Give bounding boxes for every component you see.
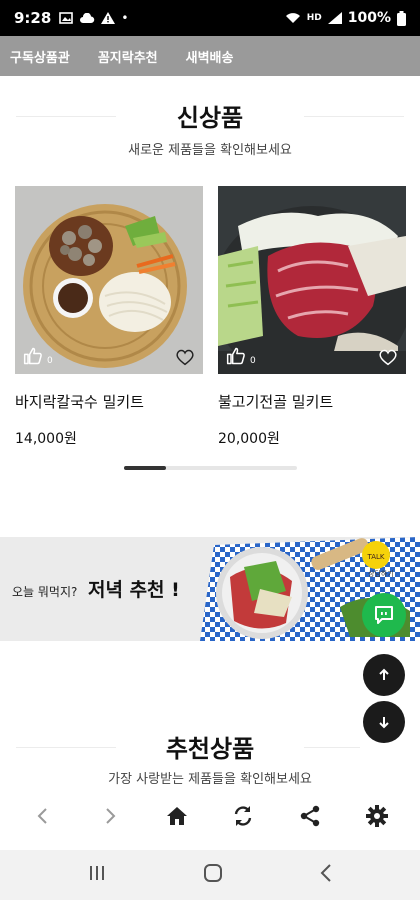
divider <box>304 116 404 117</box>
settings-button[interactable] <box>357 796 397 836</box>
home-icon <box>203 864 222 882</box>
recommended-header: 추천상품 가장 사랑받는 제품들을 확인해보세요 <box>0 729 420 787</box>
arrow-down-icon <box>379 717 389 729</box>
warning-icon <box>101 12 116 24</box>
back-icon <box>37 808 48 824</box>
dinner-banner[interactable]: TALK 오늘 뭐먹지? 저녁 추천 ! 상담하기 <box>0 537 420 641</box>
banner-big-text: 저녁 추천 ! <box>88 579 180 601</box>
battery-level: 100% <box>347 10 391 26</box>
product-name[interactable]: 바지락칼국수 밀키트 <box>15 391 203 412</box>
nav-item-subscription[interactable]: 구독상품관 <box>10 47 70 66</box>
like-count: 0 <box>47 356 53 366</box>
status-right: HD 100% <box>285 10 406 26</box>
share-button[interactable] <box>290 796 330 836</box>
new-products-header: 신상품 새로운 제품들을 확인해보세요 <box>0 98 420 158</box>
status-bar: 9:28 • HD 100% <box>0 0 420 36</box>
refresh-icon <box>235 806 252 826</box>
thumbs-up-icon[interactable] <box>226 346 246 366</box>
home-button[interactable] <box>157 796 197 836</box>
chat-button[interactable] <box>362 593 406 637</box>
battery-icon <box>397 10 406 26</box>
share-icon <box>300 805 320 827</box>
product-price: 20,000원 <box>218 431 280 447</box>
svg-text:TALK: TALK <box>366 553 384 561</box>
product-name[interactable]: 불고기전골 밀키트 <box>218 391 406 412</box>
carousel-scroll-thumb[interactable] <box>124 466 166 470</box>
network-type: HD <box>306 13 322 23</box>
product-card[interactable]: 0 불고기전골 밀키트 20,000원 <box>218 186 406 448</box>
product-image[interactable]: 0 <box>15 186 203 374</box>
chat-icon <box>375 606 393 624</box>
nav-item-recommend[interactable]: 꼼지락추천 <box>98 47 158 66</box>
bottom-toolbar <box>0 792 420 840</box>
thumbs-up-icon[interactable] <box>23 346 43 366</box>
carousel-scrollbar[interactable] <box>124 466 297 470</box>
like-area[interactable]: 0 <box>226 346 256 366</box>
back-button[interactable] <box>23 796 63 836</box>
back-icon <box>320 864 331 882</box>
notification-icons: • <box>59 11 128 25</box>
cloud-icon <box>80 12 95 23</box>
heart-icon[interactable] <box>175 348 195 366</box>
gallery-icon <box>59 12 74 24</box>
home-icon <box>166 807 187 825</box>
nav-item-dawn-delivery[interactable]: 새벽배송 <box>186 47 234 66</box>
recents-icon <box>90 866 105 880</box>
product-carousel[interactable]: 0 바지락칼국수 밀키트 14,000원 0 불고기전골 밀키트 20,000원 <box>15 186 420 456</box>
divider <box>16 747 116 748</box>
product-price: 14,000원 <box>15 431 77 447</box>
wifi-icon <box>285 13 300 23</box>
refresh-button[interactable] <box>223 796 263 836</box>
section-subtitle: 새로운 제품들을 확인해보세요 <box>128 143 292 158</box>
section-subtitle: 가장 사랑받는 제품들을 확인해보세요 <box>108 772 312 787</box>
scroll-top-button[interactable] <box>363 654 405 696</box>
banner-small-text: 오늘 뭐먹지? <box>12 585 78 599</box>
settings-icon <box>365 805 388 827</box>
heart-icon[interactable] <box>378 348 398 366</box>
android-back-button[interactable] <box>320 864 332 886</box>
android-home-button[interactable] <box>203 863 223 887</box>
category-nav: 구독상품관 꼼지락추천 새벽배송 <box>0 36 420 76</box>
kakao-consult-label[interactable]: 상담하기 <box>368 569 394 579</box>
like-count: 0 <box>250 356 256 366</box>
forward-icon <box>106 808 116 824</box>
dot-icon: • <box>121 11 129 25</box>
signal-icon <box>327 12 342 24</box>
product-card[interactable]: 0 바지락칼국수 밀키트 14,000원 <box>15 186 203 448</box>
arrow-up-icon <box>379 668 389 680</box>
status-time: 9:28 <box>14 9 52 27</box>
divider <box>304 747 360 748</box>
android-nav-bar <box>0 850 420 900</box>
like-area[interactable]: 0 <box>23 346 53 366</box>
recents-button[interactable] <box>88 865 106 885</box>
divider <box>16 116 116 117</box>
forward-button[interactable] <box>90 796 130 836</box>
product-image[interactable]: 0 <box>218 186 406 374</box>
